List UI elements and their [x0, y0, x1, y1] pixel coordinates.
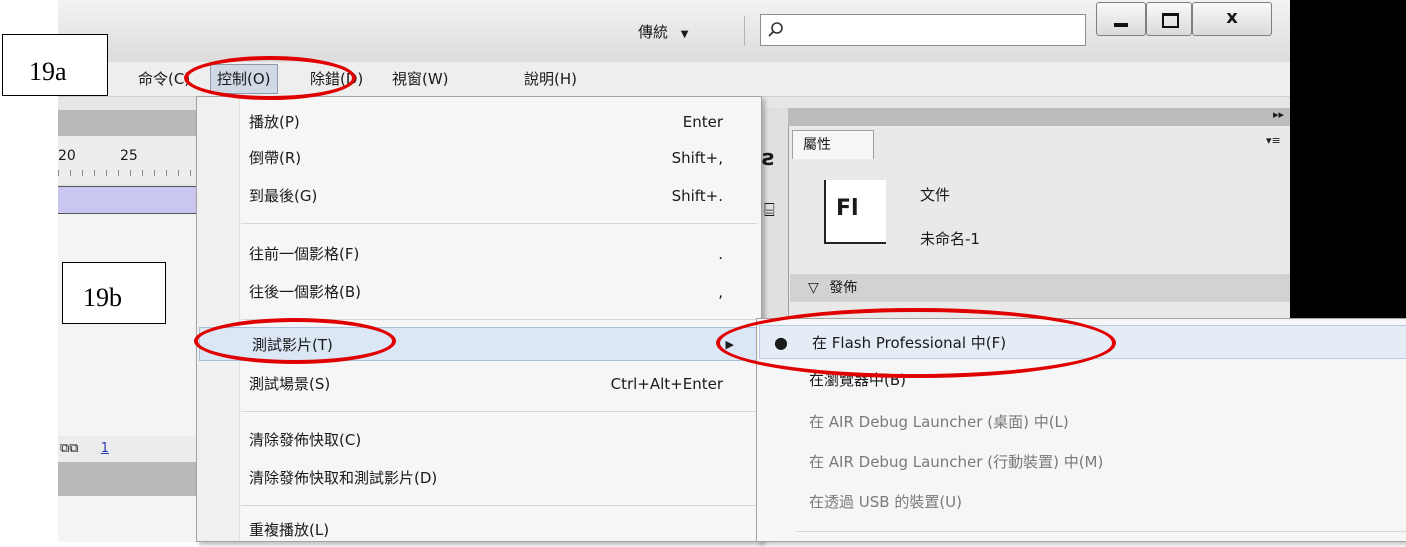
menu-separator — [241, 223, 757, 224]
tool-icon[interactable]: ƨ — [762, 146, 775, 171]
annotation-label-19a: 19a — [2, 34, 108, 96]
test-movie-submenu: ● 在 Flash Professional 中(F) 在瀏覽器中(B) 在 A… — [756, 318, 1406, 542]
background-dark-area — [1290, 0, 1406, 318]
tools-panel: ƨ ⌸ — [758, 108, 788, 318]
menu-item-test-scene[interactable]: 測試場景(S) Ctrl+Alt+Enter — [197, 367, 761, 401]
search-icon — [768, 22, 783, 37]
onion-skin-icon[interactable]: ⧉⧉ — [60, 441, 79, 456]
menu-item-test-movie[interactable]: 測試影片(T) ▶ — [199, 327, 759, 361]
frame-number: 1 — [100, 441, 109, 456]
timeline-bottom-bar — [58, 462, 198, 496]
submenu-item-usb-device: 在透過 USB 的裝置(U) — [809, 493, 963, 511]
control-menu: 播放(P) Enter 倒帶(R) Shift+, 到最後(G) Shift+. 往前… — [196, 96, 762, 542]
menu-separator — [241, 411, 757, 412]
maximize-button[interactable] — [1146, 2, 1192, 36]
stage-area — [58, 496, 198, 542]
doc-name-label: 未命名-1 — [920, 230, 980, 248]
publish-section-header[interactable]: ▽ 發佈 — [790, 274, 1290, 302]
menu-separator — [241, 319, 757, 320]
properties-panel-header: ▸▸ — [788, 108, 1290, 126]
panel-menu-icon[interactable]: ▾≡ — [1266, 134, 1281, 147]
submenu-item-air-desktop: 在 AIR Debug Launcher (桌面) 中(L) — [809, 413, 1069, 431]
search-field[interactable] — [760, 14, 1086, 46]
minimize-button[interactable] — [1096, 2, 1146, 36]
timeline-header — [58, 110, 198, 136]
ruler-ticks — [58, 170, 198, 176]
submenu-item-air-mobile: 在 AIR Debug Launcher (行動裝置) 中(M) — [809, 453, 1104, 471]
submenu-separator — [797, 531, 1406, 532]
toolbar-divider — [744, 16, 745, 46]
triangle-down-icon: ▽ — [808, 280, 819, 296]
menu-help[interactable]: 說明(H) — [518, 62, 583, 96]
tab-properties[interactable]: 屬性 — [792, 130, 874, 159]
submenu-arrow-icon: ▶ — [725, 338, 734, 351]
tick-label-25: 25 — [120, 148, 138, 164]
workspace-label: 傳統 — [638, 23, 669, 41]
doc-type-label: 文件 — [920, 186, 951, 204]
collapse-icon[interactable]: ▸▸ — [1273, 108, 1284, 121]
chevron-down-icon: ▼ — [680, 29, 689, 40]
maximize-icon — [1162, 13, 1179, 28]
menu-item-step-forward[interactable]: 往前一個影格(F). — [197, 237, 761, 271]
flash-logo-text: Fl — [836, 196, 859, 221]
search-input[interactable] — [787, 17, 1083, 43]
publish-section-label: 發佈 — [829, 280, 858, 296]
menu-item-clear-publish-cache[interactable]: 清除發佈快取(C) — [197, 423, 761, 457]
tick-label-20: 20 — [58, 148, 76, 164]
menu-item-rewind[interactable]: 倒帶(R) Shift+, — [197, 141, 761, 175]
menu-item-step-backward[interactable]: 往後一個影格(B), — [197, 275, 761, 309]
menu-window[interactable]: 視窗(W) — [386, 62, 455, 96]
annotation-label-19b: 19b — [62, 262, 166, 324]
minimize-icon — [1114, 23, 1128, 27]
menu-debug[interactable]: 除錯(D) — [304, 62, 369, 96]
close-icon: x — [1226, 7, 1238, 28]
timeline-ruler: 20 25 — [58, 136, 198, 184]
close-button[interactable]: x — [1192, 2, 1272, 36]
flash-file-icon: Fl — [824, 180, 886, 244]
check-bullet-icon: ● — [774, 333, 788, 352]
menu-separator — [241, 505, 757, 506]
timeline-layer-row[interactable] — [58, 186, 198, 214]
workspace-switcher[interactable]: 傳統 ▼ — [638, 18, 689, 46]
timeline-footer: ⧉⧉ 1 — [58, 436, 198, 462]
timeline-area — [58, 214, 198, 454]
submenu-item-browser[interactable]: 在瀏覽器中(B) — [757, 363, 1406, 397]
menu-item-play[interactable]: 播放(P) Enter — [197, 105, 761, 139]
menu-control[interactable]: 控制(O) — [210, 64, 278, 94]
submenu-item-flash-professional[interactable]: ● 在 Flash Professional 中(F) — [759, 325, 1406, 359]
menu-item-go-to-end[interactable]: 到最後(G) Shift+. — [197, 179, 761, 213]
menu-item-clear-cache-and-test[interactable]: 清除發佈快取和測試影片(D) — [197, 461, 761, 495]
tool-icon[interactable]: ⌸ — [764, 200, 775, 221]
menu-command[interactable]: 命令(C) — [132, 62, 196, 96]
